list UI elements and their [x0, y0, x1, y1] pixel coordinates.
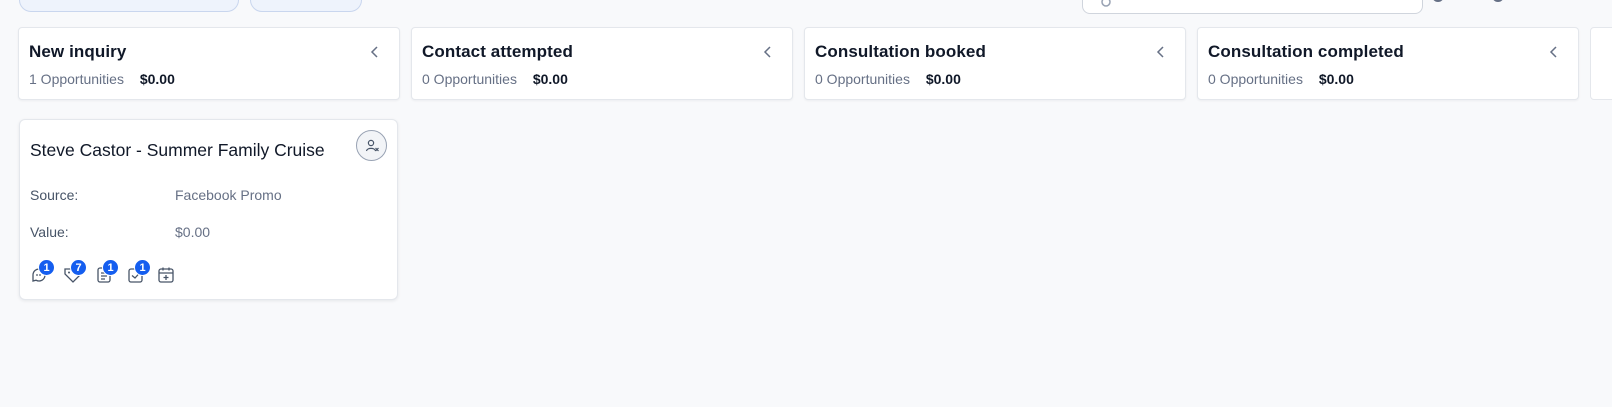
tags-badge: 7 — [70, 259, 87, 276]
chevron-left-icon[interactable] — [1546, 44, 1562, 60]
stage-count: 0 Opportunities — [1208, 71, 1303, 87]
options-icon[interactable] — [1492, 0, 1504, 2]
stage-column-new-inquiry: New inquiry 1 Opportunities $0.00 — [18, 27, 400, 100]
opportunity-card[interactable]: Steve Castor - Summer Family Cruise Sour… — [19, 119, 398, 300]
stage-count: 0 Opportunities — [422, 71, 517, 87]
stage-title: New inquiry — [29, 42, 127, 61]
search-icon — [1101, 0, 1111, 7]
stage-amount: $0.00 — [139, 71, 175, 87]
chevron-left-icon[interactable] — [367, 44, 383, 60]
stage-title: Consultation completed — [1208, 42, 1404, 61]
tasks-button[interactable]: 1 — [126, 259, 151, 285]
stage-title: Consultation booked — [815, 42, 986, 61]
stage-column-contact-attempted: Contact attempted 0 Opportunities $0.00 — [411, 27, 793, 100]
stage-count: 1 Opportunities — [29, 71, 124, 87]
stage-amount: $0.00 — [1318, 71, 1354, 87]
appointment-button[interactable] — [156, 265, 176, 285]
conversation-button[interactable]: 1 — [30, 259, 55, 285]
stage-summary: 0 Opportunities $0.00 — [422, 71, 568, 87]
chevron-left-icon[interactable] — [760, 44, 776, 60]
stage-column-consultation-completed: Consultation completed 0 Opportunities $… — [1197, 27, 1579, 100]
stage-summary: 0 Opportunities $0.00 — [815, 71, 961, 87]
stage-column-consultation-booked: Consultation booked 0 Opportunities $0.0… — [804, 27, 1186, 100]
stage-column-next — [1590, 27, 1612, 100]
chevron-left-icon[interactable] — [1153, 44, 1169, 60]
stage-summary: 0 Opportunities $0.00 — [1208, 71, 1354, 87]
calendar-add-icon — [158, 267, 174, 283]
opportunity-title[interactable]: Steve Castor - Summer Family Cruise — [30, 140, 325, 161]
card-actions: 1 7 1 1 — [30, 259, 230, 285]
value-label: Value: — [30, 224, 69, 240]
filter-pill-secondary[interactable] — [250, 0, 362, 12]
assign-user-button[interactable] — [356, 130, 387, 161]
stage-amount: $0.00 — [532, 71, 568, 87]
value-value: $0.00 — [175, 224, 211, 240]
notes-badge: 1 — [102, 259, 119, 276]
toolbar-icons — [1432, 0, 1592, 6]
conversation-badge: 1 — [38, 259, 55, 276]
pipeline-board: New inquiry 1 Opportunities $0.00 Contac… — [0, 0, 1612, 407]
filter-pill[interactable] — [19, 0, 239, 12]
tags-button[interactable]: 7 — [62, 259, 87, 285]
source-label: Source: — [30, 187, 79, 203]
search-input[interactable] — [1082, 0, 1423, 14]
tasks-badge: 1 — [134, 259, 151, 276]
unassigned-user-icon — [365, 139, 379, 151]
stage-summary: 1 Opportunities $0.00 — [29, 71, 175, 87]
stage-title: Contact attempted — [422, 42, 573, 61]
notes-button[interactable]: 1 — [94, 259, 119, 285]
stage-amount: $0.00 — [925, 71, 961, 87]
stage-count: 0 Opportunities — [815, 71, 910, 87]
settings-icon[interactable] — [1432, 0, 1444, 2]
source-value: Facebook Promo — [175, 187, 282, 203]
